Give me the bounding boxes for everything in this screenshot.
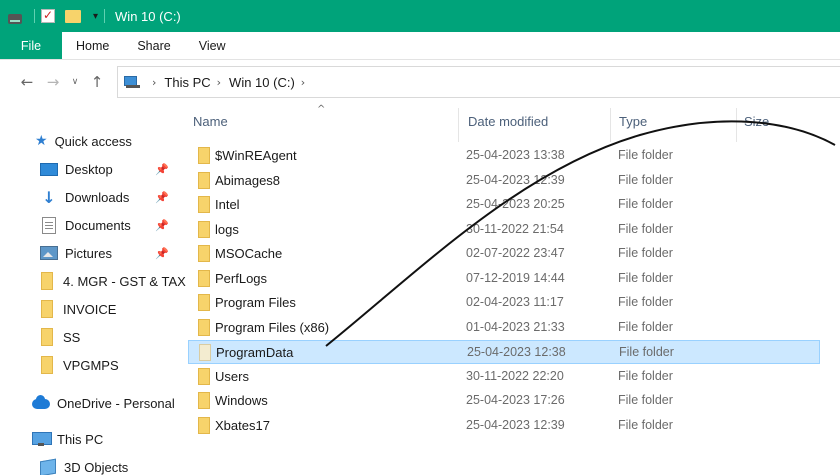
tab-file[interactable]: File xyxy=(0,32,62,59)
desktop-icon xyxy=(40,162,58,176)
folder-icon xyxy=(198,147,210,164)
breadcrumb-drive[interactable]: Win 10 (C:) xyxy=(229,75,295,90)
folder-icon xyxy=(198,417,210,434)
downloads-icon: ↓ xyxy=(42,187,56,207)
address-bar[interactable]: › This PC › Win 10 (C:) › xyxy=(117,66,840,98)
folder-icon xyxy=(198,368,210,385)
sort-ascending-icon: ^ xyxy=(317,104,326,115)
folder-icon xyxy=(198,172,210,189)
this-pc-icon xyxy=(32,432,52,446)
folder-icon xyxy=(198,196,210,213)
breadcrumb-this-pc[interactable]: This PC xyxy=(164,75,210,90)
navigation-pane: ★ Quick access Desktop 📌 ↓ Downloads 📌 D… xyxy=(0,104,186,475)
column-divider[interactable] xyxy=(610,108,611,142)
chevron-right-icon[interactable]: › xyxy=(301,76,305,89)
tab-view[interactable]: View xyxy=(185,32,240,59)
folder-icon xyxy=(198,221,210,238)
folder-icon xyxy=(41,356,53,374)
title-bar: ▾ Win 10 (C:) xyxy=(0,0,840,32)
folder-icon xyxy=(198,319,210,336)
table-row[interactable]: Xbates17 25-04-2023 12:39 File folder xyxy=(188,414,820,438)
forward-arrow-icon[interactable]: → xyxy=(40,73,66,91)
table-row[interactable]: Program Files (x86) 01-04-2023 21:33 Fil… xyxy=(188,316,820,340)
ribbon-tabs: File Home Share View xyxy=(0,32,840,60)
pin-icon[interactable]: 📌 xyxy=(155,219,169,232)
folder-icon xyxy=(198,270,210,287)
table-row[interactable]: Intel 25-04-2023 20:25 File folder xyxy=(188,193,820,217)
folder-icon xyxy=(199,344,211,361)
drive-icon xyxy=(8,14,22,24)
new-folder-icon[interactable] xyxy=(65,9,81,23)
column-header-type[interactable]: Type xyxy=(619,114,647,129)
table-row[interactable]: logs 30-11-2022 21:54 File folder xyxy=(188,218,820,242)
table-row[interactable]: $WinREAgent 25-04-2023 13:38 File folder xyxy=(188,144,820,168)
folder-icon xyxy=(198,245,210,262)
folder-icon xyxy=(198,392,210,409)
chevron-right-icon[interactable]: › xyxy=(217,76,221,89)
column-header-date-modified[interactable]: Date modified xyxy=(468,114,548,129)
table-row[interactable]: Windows 25-04-2023 17:26 File folder xyxy=(188,389,820,413)
file-list: ^ Name Date modified Type Size $WinREAge… xyxy=(186,104,840,475)
pin-icon[interactable]: 📌 xyxy=(155,191,169,204)
column-header-name[interactable]: Name xyxy=(193,114,228,129)
table-row-selected[interactable]: ProgramData 25-04-2023 12:38 File folder xyxy=(188,340,820,364)
sidebar-item-mgr-gst-tax[interactable]: 4. MGR - GST & TAX xyxy=(38,267,186,295)
column-divider[interactable] xyxy=(458,108,459,142)
pin-icon[interactable]: 📌 xyxy=(155,247,169,260)
divider xyxy=(104,9,106,23)
customize-quick-access-icon[interactable]: ▾ xyxy=(93,11,98,22)
table-row[interactable]: PerfLogs 07-12-2019 14:44 File folder xyxy=(188,267,820,291)
window-title: Win 10 (C:) xyxy=(115,8,181,24)
3d-objects-icon xyxy=(40,458,56,475)
column-header-size[interactable]: Size xyxy=(744,114,769,129)
tab-share[interactable]: Share xyxy=(123,32,184,59)
up-arrow-icon[interactable]: ↑ xyxy=(84,73,110,91)
onedrive-cloud-icon xyxy=(32,395,50,409)
table-row[interactable]: Program Files 02-04-2023 11:17 File fold… xyxy=(188,291,820,315)
folder-icon xyxy=(41,272,53,290)
chevron-right-icon[interactable]: › xyxy=(152,76,156,89)
pictures-icon xyxy=(40,246,58,260)
pin-icon[interactable]: 📌 xyxy=(155,163,169,176)
navigation-bar: ← → ∨ ↑ › This PC › Win 10 (C:) › xyxy=(0,60,840,104)
folder-icon xyxy=(41,328,53,346)
star-icon: ★ xyxy=(35,133,48,149)
documents-icon xyxy=(42,216,56,234)
divider xyxy=(34,9,35,23)
tab-home[interactable]: Home xyxy=(62,32,123,59)
folder-icon xyxy=(198,294,210,311)
column-divider[interactable] xyxy=(736,108,737,142)
table-row[interactable]: Users 30-11-2022 22:20 File folder xyxy=(188,365,820,389)
back-arrow-icon[interactable]: ← xyxy=(14,73,40,91)
this-pc-icon xyxy=(124,76,140,88)
properties-icon[interactable] xyxy=(41,8,55,23)
table-row[interactable]: MSOCache 02-07-2022 23:47 File folder xyxy=(188,242,820,266)
table-row[interactable]: Abimages8 25-04-2023 12:39 File folder xyxy=(188,169,820,193)
folder-icon xyxy=(41,300,53,318)
recent-locations-chevron-icon[interactable]: ∨ xyxy=(66,77,84,87)
